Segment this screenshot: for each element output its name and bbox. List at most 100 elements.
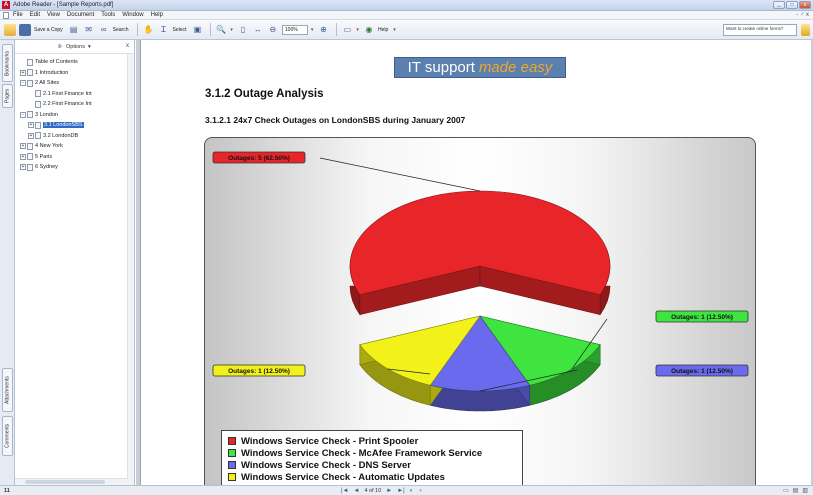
first-page-button[interactable]: |◄	[341, 488, 349, 494]
toolbar-separator	[137, 23, 139, 36]
next-page-button[interactable]: ►	[386, 488, 392, 494]
tab-comments[interactable]: Comments	[2, 416, 13, 456]
bookmark-item[interactable]: - 3 London	[15, 110, 134, 121]
actual-size-icon[interactable]: ▯	[237, 24, 249, 36]
text-cursor-icon[interactable]: Ɪ	[157, 24, 169, 36]
bookmarks-vertical-scrollbar[interactable]	[127, 54, 134, 485]
bookmark-item[interactable]: + 1 Introduction	[15, 68, 134, 79]
status-bar: 11 |◄ ◄ 4 of 10 ► ►| ◐ ◑ ▭ ▤ ▥	[0, 485, 813, 495]
zoom-in-icon[interactable]: ⊕	[317, 24, 329, 36]
chevron-down-icon[interactable]: ▾	[88, 44, 91, 50]
bookmark-item-selected[interactable]: + 3.1 LondonSBS	[15, 120, 134, 131]
previous-page-button[interactable]: ◄	[354, 488, 360, 494]
bookmark-page-icon	[27, 69, 33, 77]
expand-toggle[interactable]: +	[20, 153, 26, 160]
maximize-button[interactable]: □	[786, 1, 798, 9]
collapse-toggle[interactable]: -	[20, 80, 26, 87]
bookmark-label[interactable]: 6 Sydney	[35, 164, 58, 170]
hand-tool-icon[interactable]: ✋	[142, 24, 154, 36]
zoom-out-icon[interactable]: ⊖	[267, 24, 279, 36]
bookmark-label[interactable]: 2.1 First Finance Int	[43, 91, 92, 97]
menu-help[interactable]: Help	[151, 12, 163, 18]
last-page-button[interactable]: ►|	[397, 488, 405, 494]
legend-label: Windows Service Check - DNS Server	[241, 459, 411, 471]
tab-attachments[interactable]: Attachments	[2, 368, 13, 412]
save-copy-button[interactable]: Save a Copy	[34, 27, 63, 33]
bookmark-item[interactable]: + 3.2 LondonDB	[15, 131, 134, 142]
close-panel-button[interactable]: x	[126, 43, 129, 49]
snapshot-icon[interactable]: ▣	[191, 24, 203, 36]
bookmark-label[interactable]: 1 Introduction	[35, 70, 68, 76]
binoculars-icon[interactable]: ∞	[98, 24, 110, 36]
zoom-level-field[interactable]: 100%	[281, 24, 308, 35]
legend-swatch-blue	[228, 461, 236, 469]
go-forward-icon[interactable]: ◑	[418, 488, 422, 494]
zoom-icon[interactable]: 🔍	[215, 24, 227, 36]
bookmark-label[interactable]: 2 All Sites	[35, 80, 59, 86]
bookmark-label[interactable]: 3.1 LondonSBS	[43, 122, 84, 129]
adobe-reader-icon: A	[2, 1, 10, 9]
facing-icon[interactable]: ▥	[802, 487, 808, 494]
tab-pages[interactable]: Pages	[2, 84, 13, 108]
page-number-field[interactable]: 4 of 10	[364, 488, 381, 494]
menu-window[interactable]: Window	[122, 12, 143, 18]
bookmark-page-icon	[27, 111, 33, 119]
collapse-toggle[interactable]: -	[20, 111, 26, 118]
go-back-icon[interactable]: ◐	[410, 488, 414, 494]
select-tool-button[interactable]: Select	[172, 27, 186, 33]
document-viewport[interactable]: IT support made easy 3.1.2 Outage Analys…	[136, 40, 813, 485]
bookmarks-horizontal-scrollbar[interactable]	[15, 478, 128, 485]
tab-bookmarks[interactable]: Bookmarks	[2, 44, 13, 82]
bookmark-label[interactable]: 4 New York	[35, 143, 63, 149]
bookmark-item[interactable]: + 5 Paris	[15, 152, 134, 163]
help-globe-icon[interactable]: ◉	[363, 24, 375, 36]
create-forms-box[interactable]: Want to create online forms?	[723, 23, 797, 36]
minimize-button[interactable]: _	[773, 1, 785, 9]
help-button[interactable]: Help	[378, 27, 388, 33]
print-icon[interactable]: ▤	[68, 24, 80, 36]
menu-document[interactable]: Document	[67, 12, 94, 18]
zoom-dropdown-arrow[interactable]: ▾	[230, 27, 233, 33]
save-icon[interactable]	[19, 23, 31, 36]
open-folder-icon[interactable]	[4, 23, 16, 36]
bookmark-label[interactable]: 2.2 First Finance Int	[43, 101, 92, 107]
menu-bar: File Edit View Document Tools Window Hel…	[0, 11, 813, 20]
search-button[interactable]: Search	[113, 27, 129, 33]
page-layout-dropdown[interactable]: ▾	[356, 27, 359, 33]
menu-view[interactable]: View	[47, 12, 60, 18]
bookmark-label[interactable]: Table of Contents	[35, 59, 78, 65]
scrollbar-thumb[interactable]	[25, 480, 105, 484]
bookmark-item[interactable]: + 4 New York	[15, 141, 134, 152]
menu-file[interactable]: File	[13, 12, 23, 18]
continuous-icon[interactable]: ▤	[793, 487, 799, 494]
single-page-icon[interactable]: ▭	[783, 487, 789, 494]
document-window-controls[interactable]: - ♂ x	[796, 12, 809, 18]
bookmark-item[interactable]: 2.2 First Finance Int	[15, 99, 134, 110]
page-layout-icon[interactable]: ▭	[341, 24, 353, 36]
expand-toggle[interactable]: +	[28, 132, 34, 139]
bookmark-item[interactable]: + 6 Sydney	[15, 162, 134, 173]
adobe-help-icon[interactable]	[801, 23, 810, 36]
bookmark-label[interactable]: 5 Paris	[35, 154, 52, 160]
expand-toggle[interactable]: +	[20, 143, 26, 150]
expand-toggle[interactable]: +	[20, 69, 26, 76]
zoom-level-dropdown[interactable]: ▾	[311, 27, 314, 33]
bookmark-label[interactable]: 3.2 LondonDB	[43, 133, 78, 139]
page-layout-controls: ▭ ▤ ▥	[783, 487, 808, 494]
bookmark-item[interactable]: Table of Contents	[15, 57, 134, 68]
email-icon[interactable]: ✉	[83, 24, 95, 36]
options-menu[interactable]: Options	[66, 44, 85, 50]
fit-width-icon[interactable]: ↔	[252, 24, 264, 36]
options-icon[interactable]: ⊪	[58, 44, 63, 50]
menu-edit[interactable]: Edit	[30, 12, 40, 18]
bookmark-page-icon	[35, 100, 41, 108]
bookmark-item[interactable]: - 2 All Sites	[15, 78, 134, 89]
expand-toggle[interactable]: +	[28, 122, 34, 129]
legend-item: Windows Service Check - Print Spooler	[228, 435, 516, 447]
bookmark-item[interactable]: 2.1 First Finance Int	[15, 89, 134, 100]
expand-toggle[interactable]: +	[20, 164, 26, 171]
close-button[interactable]: x	[799, 1, 811, 9]
help-dropdown[interactable]: ▾	[393, 27, 396, 33]
bookmark-label[interactable]: 3 London	[35, 112, 58, 118]
menu-tools[interactable]: Tools	[101, 12, 115, 18]
